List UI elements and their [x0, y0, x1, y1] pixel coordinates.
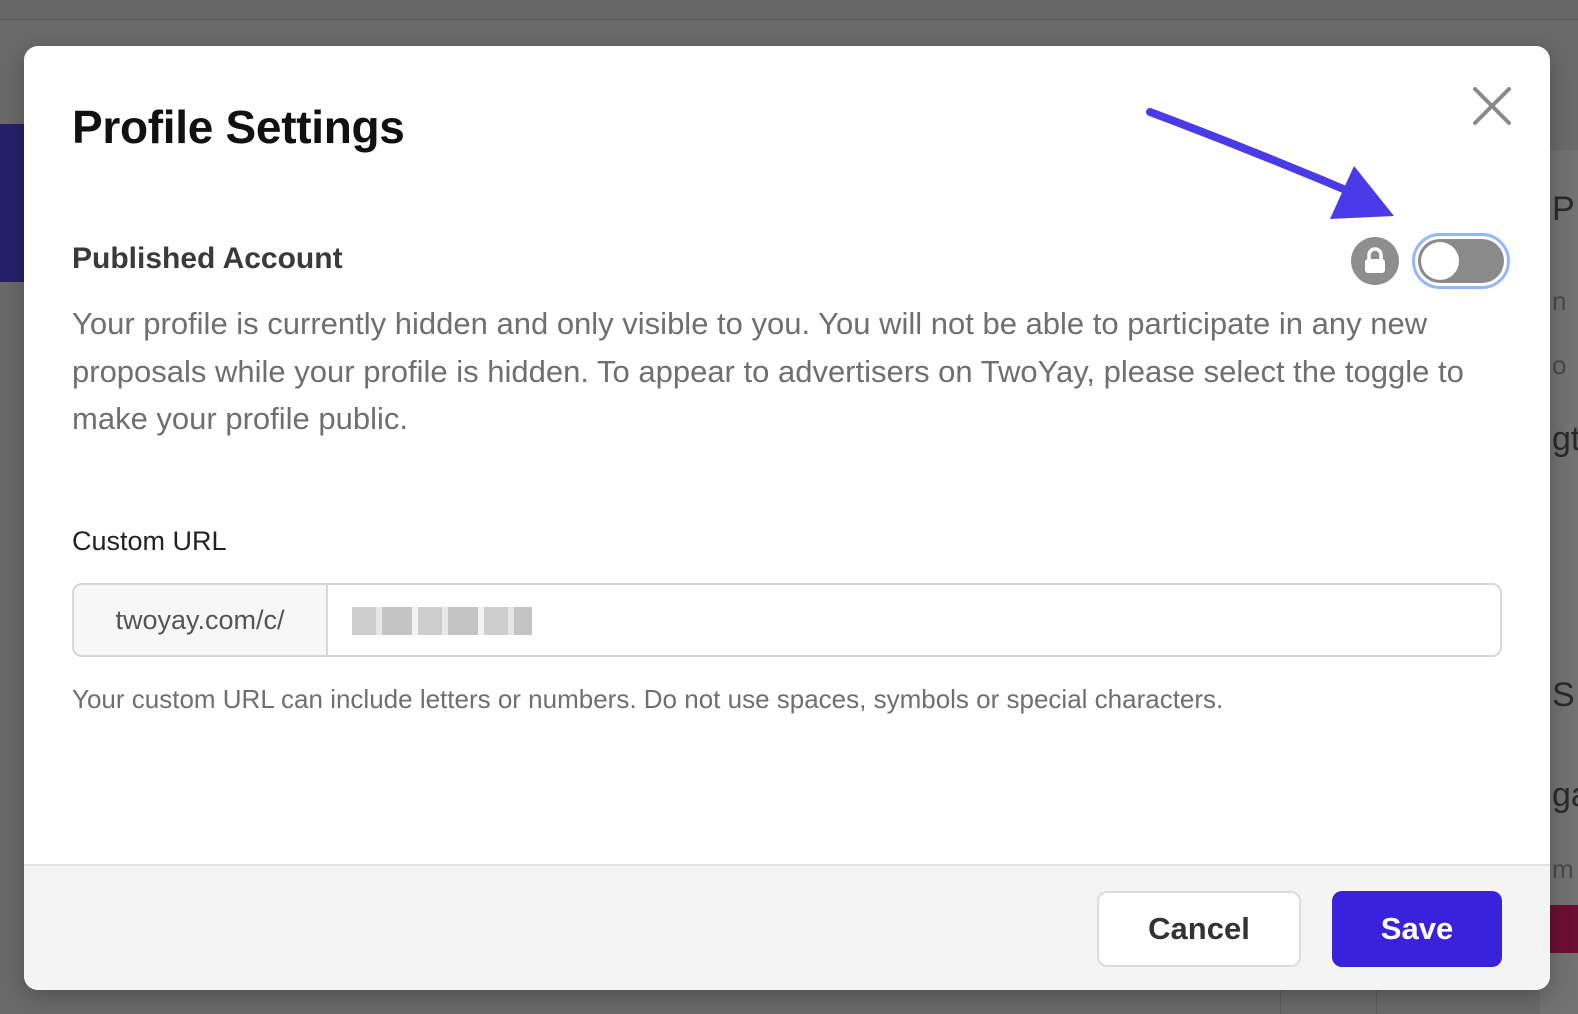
custom-url-label: Custom URL	[72, 526, 227, 556]
background-text-fragment: o	[1552, 350, 1567, 380]
modal-footer: Cancel Save	[24, 864, 1550, 990]
background-topbar	[0, 0, 1578, 20]
lock-icon	[1351, 237, 1399, 285]
published-account-toggle[interactable]	[1412, 233, 1510, 289]
background-text-fragment: m	[1552, 854, 1574, 884]
cancel-button[interactable]: Cancel	[1097, 891, 1301, 967]
url-prefix: twoyay.com/c/	[74, 585, 328, 655]
background-text-fragment: gt	[1552, 420, 1578, 458]
custom-url-help: Your custom URL can include letters or n…	[72, 684, 1224, 714]
published-account-label: Published Account	[72, 242, 343, 275]
close-button[interactable]	[1468, 82, 1516, 130]
background-text-fragment: n	[1552, 286, 1567, 316]
close-icon	[1473, 87, 1511, 125]
modal-title: Profile Settings	[72, 101, 405, 153]
custom-url-field: twoyay.com/c/	[72, 583, 1502, 657]
background-text-fragment: P	[1552, 190, 1575, 228]
background-accent-strip	[1550, 905, 1578, 953]
annotation-arrow-icon	[1146, 108, 1394, 219]
toggle-track	[1418, 239, 1504, 283]
published-account-description: Your profile is currently hidden and onl…	[72, 306, 1464, 436]
redacted-url-value	[352, 607, 532, 635]
toggle-knob	[1421, 242, 1459, 280]
background-text-fragment: ga	[1552, 776, 1578, 814]
background-text-fragment: S	[1552, 676, 1575, 714]
profile-settings-modal: Profile Settings Published Account Your …	[24, 46, 1550, 990]
save-button[interactable]: Save	[1332, 891, 1502, 967]
